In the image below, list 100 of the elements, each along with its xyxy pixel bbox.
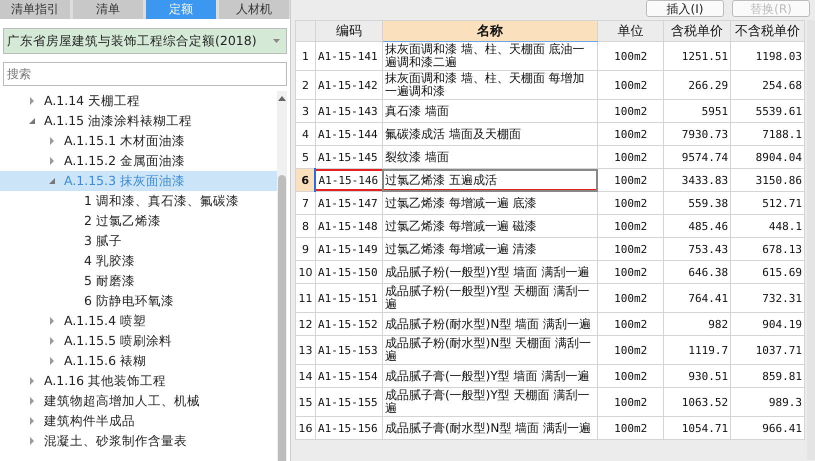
table-cell: 100m2 <box>598 416 664 440</box>
row-number[interactable]: 14 <box>296 364 316 388</box>
tree-item[interactable]: 3 腻子 <box>0 231 277 251</box>
row-number[interactable]: 10 <box>296 260 316 284</box>
table-cell: 100m2 <box>598 168 664 192</box>
scroll-up-icon[interactable] <box>278 96 286 101</box>
row-number[interactable]: 3 <box>296 100 316 122</box>
row-number[interactable]: 15 <box>296 388 316 416</box>
tree-item[interactable]: A.1.15 油漆涂料裱糊工程 <box>0 111 277 131</box>
tree-item[interactable]: 1 调和漆、真石漆、氟碳漆 <box>0 191 277 211</box>
caret-icon <box>273 39 280 43</box>
table-cell: 100m2 <box>598 284 664 312</box>
table-cell: A1-15-154 <box>315 364 382 388</box>
tab[interactable]: 人材机 <box>219 0 289 19</box>
table-cell: 1054.71 <box>664 416 731 440</box>
tree-item[interactable]: 4 乳胶漆 <box>0 251 277 271</box>
table-cell: 成品腻子粉(一般型)Y型 天棚面 满刮一遍 <box>382 284 598 312</box>
table-cell: 989.3 <box>730 388 805 416</box>
column-header[interactable]: 含税单价 <box>664 20 731 42</box>
table-cell: 646.38 <box>664 260 731 284</box>
expand-triangle-icon[interactable] <box>28 437 36 445</box>
table-cell: 成品腻子膏(一般型)Y型 天棚面 满刮一遍 <box>382 388 598 416</box>
row-number[interactable]: 16 <box>296 416 316 440</box>
row-number[interactable]: 7 <box>296 192 316 214</box>
row-number[interactable]: 6 <box>296 168 316 192</box>
search-field[interactable]: 搜索 <box>3 62 287 86</box>
table-cell: 859.81 <box>730 364 805 388</box>
table-cell: 100m2 <box>598 42 664 70</box>
tree-item[interactable]: A.1.15.4 喷塑 <box>0 311 277 331</box>
scrollbar-thumb[interactable] <box>278 175 286 461</box>
expand-triangle-icon[interactable] <box>48 137 56 145</box>
tree-item[interactable]: A.1.15.5 喷刷涂料 <box>0 331 277 351</box>
row-number[interactable]: 9 <box>296 238 316 260</box>
table-cell: A1-15-144 <box>315 122 382 146</box>
toolbar-button[interactable]: 插入(I) <box>646 0 724 17</box>
table-cell: 100m2 <box>598 336 664 364</box>
table-cell: A1-15-147 <box>315 192 382 214</box>
tree-item[interactable]: A.1.15.1 木材面油漆 <box>0 131 277 151</box>
tree-item[interactable]: A.1.15.6 裱糊 <box>0 351 277 371</box>
tab[interactable]: 清单指引 <box>0 0 70 19</box>
column-header[interactable]: 名称 <box>382 20 598 42</box>
collapse-triangle-icon[interactable] <box>48 177 56 185</box>
table-cell: 266.29 <box>664 70 731 100</box>
tab[interactable]: 清单 <box>73 0 143 19</box>
tree-item[interactable]: 2 过氯乙烯漆 <box>0 211 277 231</box>
column-header[interactable]: 编码 <box>315 20 382 42</box>
table-cell: A1-15-155 <box>315 388 382 416</box>
expand-triangle-icon[interactable] <box>48 337 56 345</box>
row-number[interactable]: 5 <box>296 146 316 168</box>
header-corner <box>296 20 316 42</box>
expand-triangle-icon[interactable] <box>48 357 56 365</box>
table-cell: 100m2 <box>598 192 664 214</box>
scrollbar[interactable] <box>277 91 287 461</box>
table-cell: 5951 <box>664 100 731 122</box>
table-cell: 559.38 <box>664 192 731 214</box>
table-cell: 抹灰面调和漆 墙、柱、天棚面 每增加一遍调和漆 <box>382 70 598 100</box>
table-cell: 100m2 <box>598 238 664 260</box>
table-cell: 904.19 <box>730 312 805 336</box>
table-cell: 8904.04 <box>730 146 805 168</box>
table-cell: 100m2 <box>598 122 664 146</box>
row-number[interactable]: 4 <box>296 122 316 146</box>
row-number[interactable]: 13 <box>296 336 316 364</box>
column-header[interactable]: 单位 <box>598 20 664 42</box>
tree-item[interactable]: 混凝土、砂浆制作含量表 <box>0 431 277 451</box>
column-header[interactable]: 不含税单价 <box>730 20 805 42</box>
row-number[interactable]: 11 <box>296 284 316 312</box>
table-cell: 448.1 <box>730 214 805 238</box>
row-number[interactable]: 2 <box>296 70 316 100</box>
table-cell: 裂纹漆 墙面 <box>382 146 598 168</box>
expand-triangle-icon[interactable] <box>28 417 36 425</box>
table-cell: A1-15-142 <box>315 70 382 100</box>
row-number[interactable]: 1 <box>296 42 316 70</box>
expand-triangle-icon[interactable] <box>28 97 36 105</box>
table-cell: 7188.1 <box>730 122 805 146</box>
table-cell: 成品腻子粉(耐水型)N型 天棚面 满刮一遍 <box>382 336 598 364</box>
table-cell: 3433.83 <box>664 168 731 192</box>
expand-triangle-icon[interactable] <box>48 157 56 165</box>
expand-triangle-icon[interactable] <box>48 317 56 325</box>
tree-item[interactable]: A.1.16 其他装饰工程 <box>0 371 277 391</box>
table-cell: 100m2 <box>598 214 664 238</box>
row-number[interactable]: 8 <box>296 214 316 238</box>
table-cell: 1063.52 <box>664 388 731 416</box>
table-cell: 过氯乙烯漆 每增减一遍 底漆 <box>382 192 598 214</box>
tree-item[interactable]: 建筑物超高增加人工、机械 <box>0 391 277 411</box>
tree-item[interactable]: 5 耐磨漆 <box>0 271 277 291</box>
expand-triangle-icon[interactable] <box>28 377 36 385</box>
table-cell: 氟碳漆成活 墙面及天棚面 <box>382 122 598 146</box>
table-cell: 5539.61 <box>730 100 805 122</box>
table-cell: A1-15-148 <box>315 214 382 238</box>
row-number[interactable]: 12 <box>296 312 316 336</box>
library-dropdown[interactable]: 广东省房屋建筑与装饰工程综合定额(2018) <box>3 28 287 54</box>
table-cell: A1-15-156 <box>315 416 382 440</box>
tree-item[interactable]: 建筑构件半成品 <box>0 411 277 431</box>
table-cell: 过氯乙烯漆 每增减一遍 清漆 <box>382 238 598 260</box>
table-cell: 真石漆 墙面 <box>382 100 598 122</box>
collapse-triangle-icon[interactable] <box>28 117 36 125</box>
tree-item[interactable]: 6 防静电环氧漆 <box>0 291 277 311</box>
tree-item[interactable]: A.1.14 天棚工程 <box>0 91 277 111</box>
tree-item[interactable]: A.1.15.2 金属面油漆 <box>0 151 277 171</box>
expand-triangle-icon[interactable] <box>28 397 36 405</box>
